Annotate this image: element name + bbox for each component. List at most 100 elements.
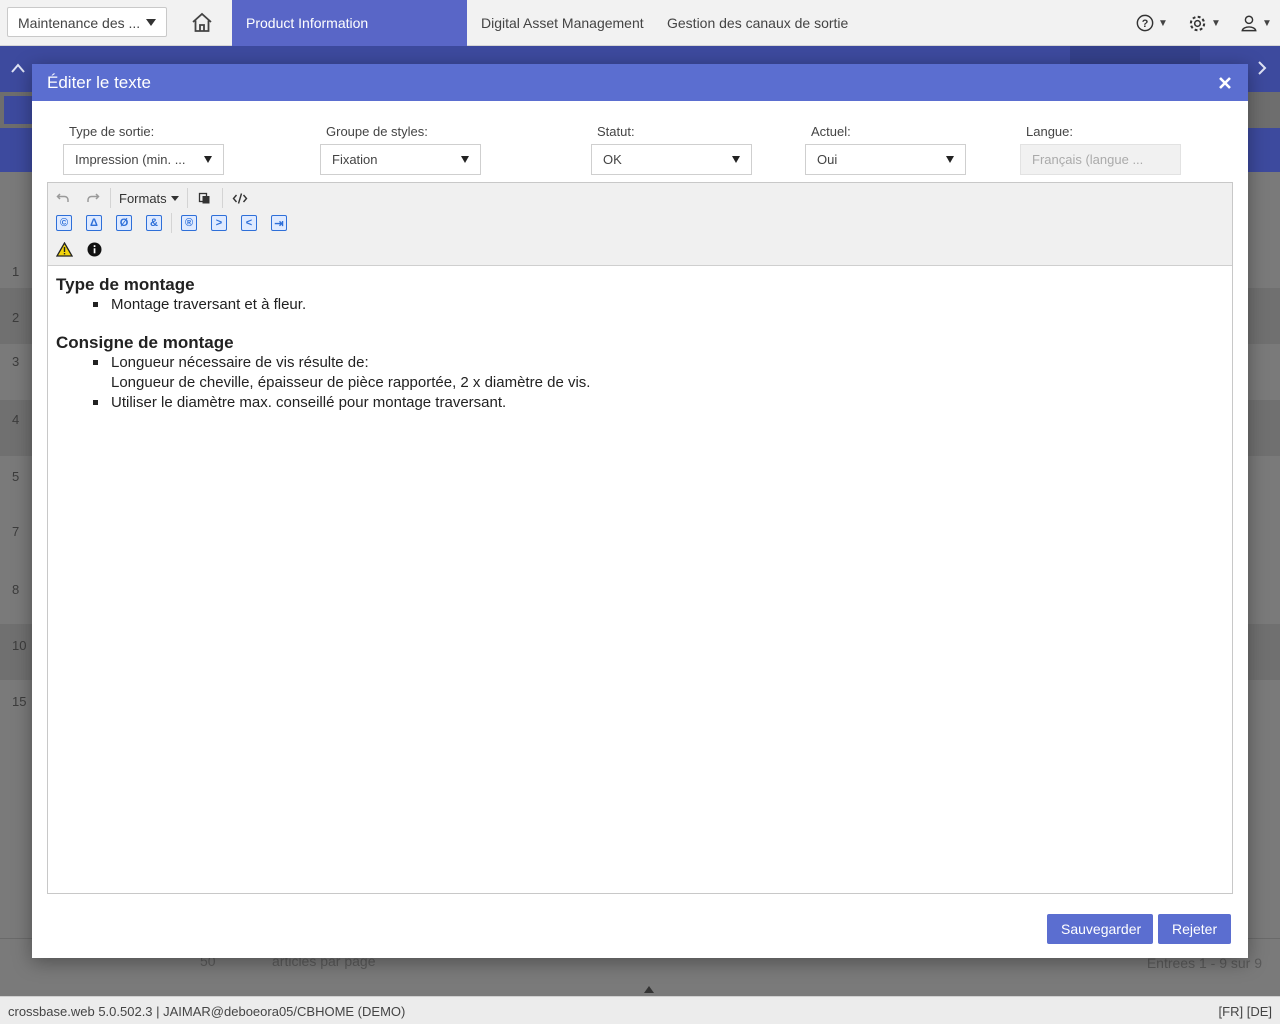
gear-icon xyxy=(1189,15,1206,31)
actuel-select[interactable]: Oui xyxy=(805,144,966,175)
content-list: Montage traversant et à fleur. xyxy=(93,295,1224,315)
undo-button[interactable] xyxy=(48,186,78,210)
close-icon[interactable] xyxy=(1217,75,1233,91)
row-number: 4 xyxy=(12,412,20,427)
field-actuel: Actuel: Oui xyxy=(805,124,966,175)
redo-icon xyxy=(87,193,100,202)
undo-icon xyxy=(56,193,69,202)
list-item: Longueur nécessaire de vis résulte de: L… xyxy=(93,353,1224,393)
redo-button[interactable] xyxy=(78,186,108,210)
tab-icon: ⇥ xyxy=(271,215,287,231)
toolbar-separator xyxy=(221,188,223,208)
insert-ampersand-button[interactable]: & xyxy=(139,211,169,235)
edit-text-dialog: Éditer le texte Type de sortie: Impressi… xyxy=(32,64,1248,958)
rich-text-editor: Formats © Δ Ø & ® > < ⇥ Type de montage … xyxy=(47,182,1233,894)
row-number: 8 xyxy=(12,582,20,597)
insert-warning-button[interactable] xyxy=(49,237,79,261)
field-type-de-sortie: Type de sortie: Impression (min. ... xyxy=(63,124,224,175)
caret-down-icon: ▼ xyxy=(1211,17,1221,29)
insert-diameter-button[interactable]: Ø xyxy=(109,211,139,235)
user-menu[interactable]: ▼ xyxy=(1240,12,1272,34)
field-label: Statut: xyxy=(597,124,635,139)
nav-gestion-canaux-sortie[interactable]: Gestion des canaux de sortie xyxy=(667,0,848,46)
field-label: Langue: xyxy=(1026,124,1073,139)
top-navigation-bar: Maintenance des ... Product Information … xyxy=(0,0,1280,77)
list-item-line: Longueur de cheville, épaisseur de pièce… xyxy=(111,374,591,391)
paste-icon xyxy=(199,192,210,203)
info-icon xyxy=(87,242,101,256)
select-value: Impression (min. ... xyxy=(75,152,186,167)
toolbar-separator xyxy=(171,213,172,233)
insert-copyright-button[interactable]: © xyxy=(49,211,79,235)
save-button[interactable]: Sauvegarder xyxy=(1047,914,1153,944)
row-number: 10 xyxy=(12,638,27,653)
help-menu[interactable]: ? ▼ xyxy=(1136,12,1168,34)
list-item: Utiliser le diamètre max. conseillé pour… xyxy=(93,393,1224,413)
source-code-button[interactable] xyxy=(225,186,255,210)
insert-registered-button[interactable]: ® xyxy=(174,211,204,235)
select-value: Oui xyxy=(817,152,838,167)
settings-menu[interactable]: ▼ xyxy=(1188,12,1221,34)
toolbar-separator xyxy=(110,188,111,208)
row-number: 1 xyxy=(12,264,20,279)
row-number: 2 xyxy=(12,310,20,325)
copyright-icon: © xyxy=(56,215,72,231)
insert-info-button[interactable] xyxy=(79,237,109,261)
list-item: Montage traversant et à fleur. xyxy=(93,295,1224,315)
chevron-down-icon xyxy=(461,156,469,163)
field-groupe-de-styles: Groupe de styles: Fixation xyxy=(320,124,481,175)
select-value: Français (langue ... xyxy=(1032,152,1144,167)
field-label: Groupe de styles: xyxy=(326,124,428,139)
home-icon[interactable] xyxy=(190,11,214,35)
toolbar-separator xyxy=(186,188,188,208)
collapse-arrow-icon[interactable] xyxy=(644,986,654,993)
content-heading: Consigne de montage xyxy=(56,333,234,352)
dialog-title: Éditer le texte xyxy=(47,72,151,92)
editor-toolbar: Formats © Δ Ø & ® > < ⇥ xyxy=(48,183,1232,266)
insert-less-than-button[interactable]: < xyxy=(234,211,264,235)
chevron-down-icon xyxy=(946,156,954,163)
type-de-sortie-select[interactable]: Impression (min. ... xyxy=(63,144,224,175)
insert-delta-button[interactable]: Δ xyxy=(79,211,109,235)
less-than-icon: < xyxy=(241,215,257,231)
user-icon xyxy=(1241,15,1257,32)
registered-icon: ® xyxy=(181,215,197,231)
chevron-down-icon xyxy=(732,156,740,163)
field-label: Type de sortie: xyxy=(69,124,155,139)
chevron-down-icon xyxy=(146,19,156,26)
groupe-de-styles-select[interactable]: Fixation xyxy=(320,144,481,175)
footer-info: crossbase.web 5.0.502.3 | JAIMAR@deboeor… xyxy=(8,1004,406,1019)
dialog-header: Éditer le texte xyxy=(32,64,1248,101)
warning-icon xyxy=(55,241,73,257)
caret-down-icon: ▼ xyxy=(1262,17,1272,29)
content-list: Longueur nécessaire de vis résulte de: L… xyxy=(93,353,1224,413)
module-select-value: Maintenance des ... xyxy=(18,15,141,31)
row-number: 5 xyxy=(12,469,20,484)
chevron-right-icon[interactable] xyxy=(1256,60,1268,76)
field-label: Actuel: xyxy=(811,124,851,139)
svg-text:?: ? xyxy=(1142,18,1149,30)
language-switch[interactable]: [FR] [DE] xyxy=(1219,1004,1272,1019)
module-select[interactable]: Maintenance des ... xyxy=(7,7,167,37)
nav-product-information-management[interactable]: Product Information Management xyxy=(232,0,467,77)
insert-greater-than-button[interactable]: > xyxy=(204,211,234,235)
chevron-up-icon[interactable] xyxy=(10,62,26,74)
diameter-icon: Ø xyxy=(116,215,132,231)
reject-button[interactable]: Rejeter xyxy=(1158,914,1231,944)
field-langue: Langue: Français (langue ... xyxy=(1020,124,1181,175)
statut-select[interactable]: OK xyxy=(591,144,752,175)
paste-button[interactable] xyxy=(190,186,220,210)
code-icon xyxy=(232,192,248,204)
caret-down-icon xyxy=(170,195,179,201)
langue-select: Français (langue ... xyxy=(1020,144,1181,175)
editor-content[interactable]: Type de montage Montage traversant et à … xyxy=(48,266,1232,440)
select-value: Fixation xyxy=(332,152,378,167)
row-number: 3 xyxy=(12,354,20,369)
content-heading: Type de montage xyxy=(56,275,195,294)
footer: crossbase.web 5.0.502.3 | JAIMAR@deboeor… xyxy=(0,996,1280,1024)
formats-dropdown[interactable]: Formats xyxy=(113,191,185,206)
chevron-down-icon xyxy=(204,156,212,163)
nav-digital-asset-management[interactable]: Digital Asset Management xyxy=(481,0,644,46)
formats-label: Formats xyxy=(119,190,167,206)
insert-tab-button[interactable]: ⇥ xyxy=(264,211,294,235)
